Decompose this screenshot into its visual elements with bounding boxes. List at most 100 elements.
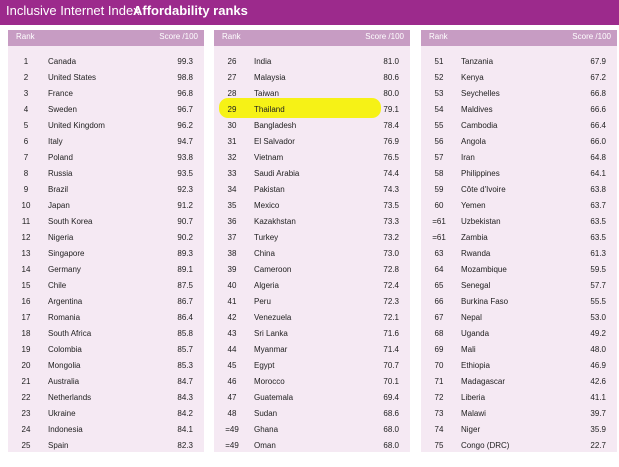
country-cell: Canada (48, 57, 77, 66)
score-cell: 93.8 (177, 153, 193, 162)
score-cell: 63.7 (590, 201, 606, 210)
table-row: 67 Nepal 53.0 (421, 310, 617, 326)
rank-cell: 43 (227, 329, 237, 338)
rank-header: Rank (429, 32, 448, 41)
country-cell: Italy (48, 137, 63, 146)
country-cell: Sudan (254, 409, 278, 418)
rank-cell: 30 (227, 121, 237, 130)
score-cell: 42.6 (590, 377, 606, 386)
score-cell: 63.8 (590, 185, 606, 194)
rank-cell: 38 (227, 249, 237, 258)
score-cell: 78.4 (383, 121, 399, 130)
rank-cell: 34 (227, 185, 237, 194)
rank-cell: 59 (434, 185, 444, 194)
table-row: 56 Angola 66.0 (421, 134, 617, 150)
score-cell: 90.2 (177, 233, 193, 242)
table-row: 31 El Salvador 76.9 (214, 134, 410, 150)
table-row: 22 Netherlands 84.3 (8, 390, 204, 406)
country-cell: Uzbekistan (461, 217, 501, 226)
table-row: 68 Uganda 49.2 (421, 326, 617, 342)
rank-cell: 55 (434, 121, 444, 130)
rank-cell: 57 (434, 153, 444, 162)
country-cell: Côte d'Ivoire (461, 185, 506, 194)
score-header: Score /100 (572, 32, 611, 41)
table-row: =49 Ghana 68.0 (214, 422, 410, 438)
table-row: 30 Bangladesh 78.4 (214, 118, 410, 134)
table-row: 47 Guatemala 69.4 (214, 390, 410, 406)
country-cell: United Kingdom (48, 121, 105, 130)
table-row: 52 Kenya 67.2 (421, 70, 617, 86)
score-cell: 85.7 (177, 345, 193, 354)
country-cell: Turkey (254, 233, 279, 242)
score-cell: 53.0 (590, 313, 606, 322)
rank-cell: 66 (434, 297, 444, 306)
score-cell: 68.0 (383, 441, 399, 450)
country-cell: South Korea (48, 217, 93, 226)
rank-cell: 28 (227, 89, 237, 98)
rank-cell: 10 (21, 201, 31, 210)
table-row: 65 Senegal 57.7 (421, 278, 617, 294)
country-cell: Spain (48, 441, 69, 450)
score-cell: 85.3 (177, 361, 193, 370)
table-row: 5 United Kingdom 96.2 (8, 118, 204, 134)
rank-cell: 6 (23, 137, 29, 146)
table-row: 58 Philippines 64.1 (421, 166, 617, 182)
table-row: =61 Uzbekistan 63.5 (421, 214, 617, 230)
score-cell: 73.0 (383, 249, 399, 258)
rank-cell: 25 (21, 441, 31, 450)
score-cell: 73.3 (383, 217, 399, 226)
rank-cell: 26 (227, 57, 237, 66)
rank-cell: 39 (227, 265, 237, 274)
score-cell: 55.5 (590, 297, 606, 306)
table-row: 29 Thailand 79.1 (214, 102, 410, 118)
score-cell: 69.4 (383, 393, 399, 402)
score-cell: 87.5 (177, 281, 193, 290)
score-cell: 76.9 (383, 137, 399, 146)
table-row: 45 Egypt 70.7 (214, 358, 410, 374)
rank-cell: 46 (227, 377, 237, 386)
table-row: 64 Mozambique 59.5 (421, 262, 617, 278)
rank-cell: 24 (21, 425, 31, 434)
country-cell: Argentina (48, 297, 83, 306)
table-row: 37 Turkey 73.2 (214, 230, 410, 246)
table-row: 19 Colombia 85.7 (8, 342, 204, 358)
table-row: 20 Mongolia 85.3 (8, 358, 204, 374)
score-cell: 63.5 (590, 233, 606, 242)
rank-cell: 36 (227, 217, 237, 226)
rank-cell: 31 (227, 137, 237, 146)
table-row: 72 Liberia 41.1 (421, 390, 617, 406)
country-cell: Ethiopia (461, 361, 490, 370)
score-cell: 92.3 (177, 185, 193, 194)
score-header: Score /100 (159, 32, 198, 41)
rank-cell: 63 (434, 249, 444, 258)
score-cell: 71.4 (383, 345, 399, 354)
table-row: 10 Japan 91.2 (8, 198, 204, 214)
table-row: 44 Myanmar 71.4 (214, 342, 410, 358)
table-row: 9 Brazil 92.3 (8, 182, 204, 198)
table-row: 8 Russia 93.5 (8, 166, 204, 182)
table-row: =61 Zambia 63.5 (421, 230, 617, 246)
country-cell: Taiwan (254, 89, 279, 98)
table-row: 63 Rwanda 61.3 (421, 246, 617, 262)
country-cell: Vietnam (254, 153, 284, 162)
score-cell: 91.2 (177, 201, 193, 210)
country-cell: Angola (461, 137, 486, 146)
table-row: 28 Taiwan 80.0 (214, 86, 410, 102)
country-cell: Malawi (461, 409, 486, 418)
country-cell: Indonesia (48, 425, 83, 434)
score-cell: 98.8 (177, 73, 193, 82)
score-cell: 99.3 (177, 57, 193, 66)
score-cell: 89.3 (177, 249, 193, 258)
country-cell: Senegal (461, 281, 491, 290)
score-cell: 70.1 (383, 377, 399, 386)
rank-cell: 32 (227, 153, 237, 162)
country-cell: Japan (48, 201, 70, 210)
rank-cell: 52 (434, 73, 444, 82)
score-cell: 46.9 (590, 361, 606, 370)
rank-cell: 69 (434, 345, 444, 354)
rank-cell: =61 (432, 217, 446, 226)
rank-cell: 4 (23, 105, 29, 114)
table-row: 60 Yemen 63.7 (421, 198, 617, 214)
rank-cell: 9 (23, 185, 29, 194)
score-cell: 85.8 (177, 329, 193, 338)
